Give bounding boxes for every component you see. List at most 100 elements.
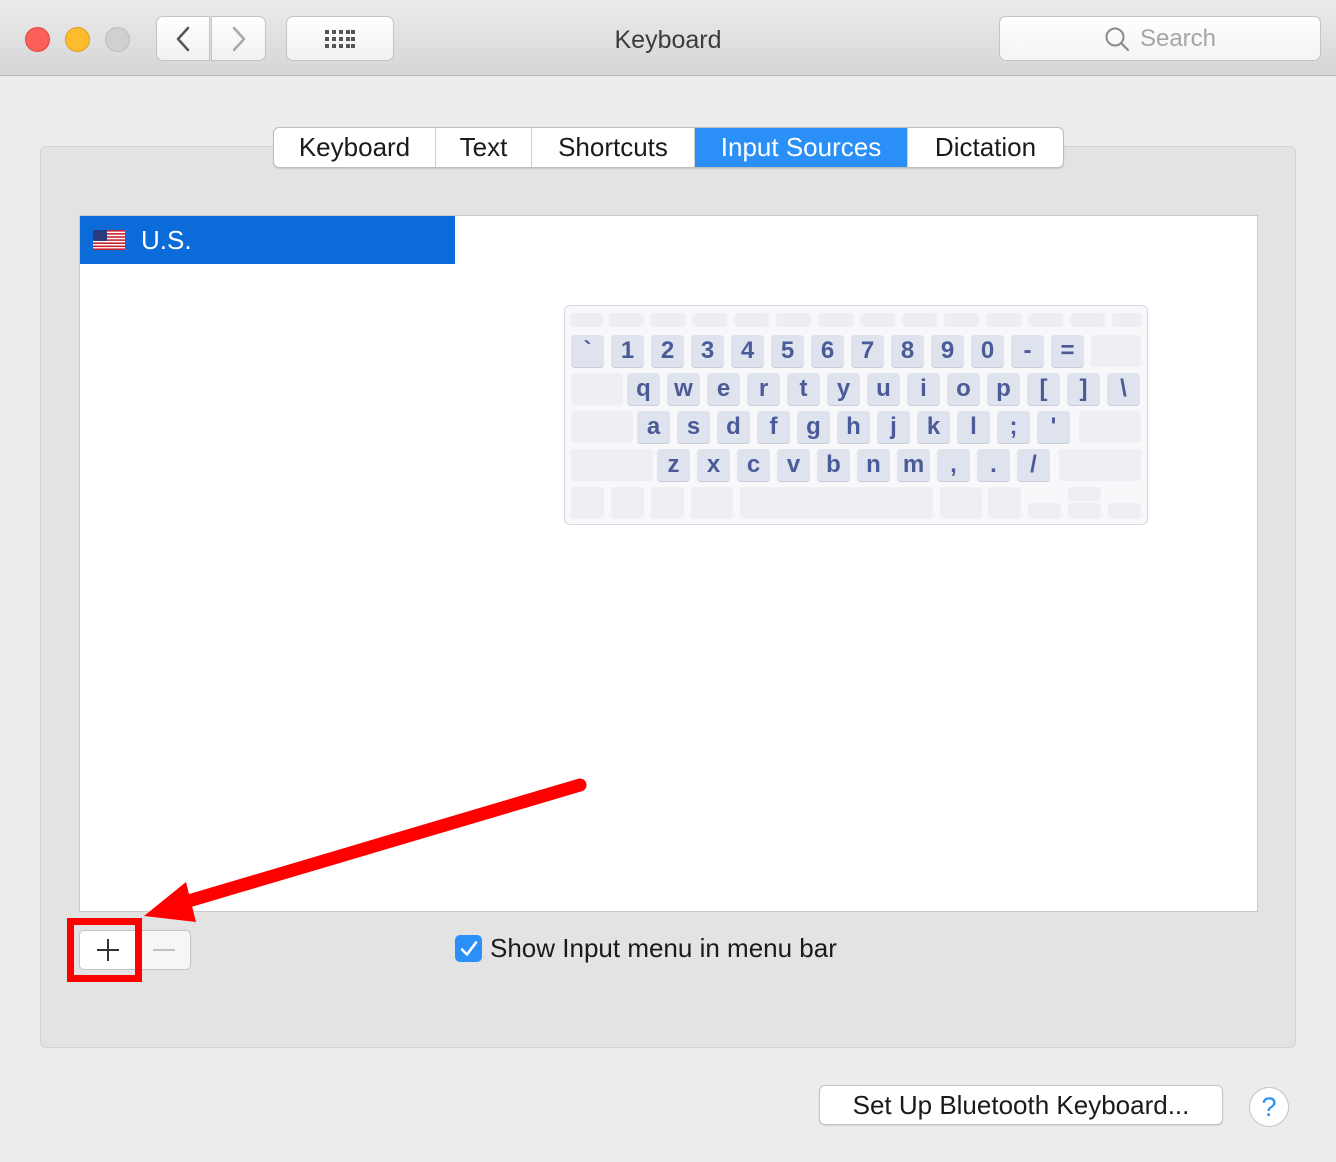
key: 4: [731, 335, 764, 367]
key: m: [897, 449, 930, 481]
key: 6: [811, 335, 844, 367]
shift-key: [1059, 449, 1141, 481]
fn-key: [818, 313, 853, 327]
key: c: [737, 449, 770, 481]
option-key: [651, 487, 684, 519]
key: s: [677, 411, 710, 443]
show-input-menu-checkbox[interactable]: [455, 935, 482, 962]
key: t: [787, 373, 820, 405]
search-icon: [1105, 27, 1130, 51]
key: v: [777, 449, 810, 481]
tab-keyboard[interactable]: Keyboard: [274, 128, 436, 167]
fn-key: [1112, 313, 1142, 327]
key: ]: [1067, 373, 1100, 405]
key: 5: [771, 335, 804, 367]
key: 9: [931, 335, 964, 367]
key: -: [1011, 335, 1044, 367]
fn-key: [776, 313, 811, 327]
title-bar: Keyboard Search: [0, 0, 1336, 76]
key: \: [1107, 373, 1140, 405]
fn-key: [609, 313, 644, 327]
key: 0: [971, 335, 1004, 367]
key: /: [1017, 449, 1050, 481]
key: p: [987, 373, 1020, 405]
us-flag-icon: [93, 230, 125, 250]
key: l: [957, 411, 990, 443]
arrow-right-key: [1108, 503, 1141, 519]
key: z: [657, 449, 690, 481]
key: j: [877, 411, 910, 443]
key: ,: [937, 449, 970, 481]
key: =: [1051, 335, 1084, 367]
tab-bar: Keyboard Text Shortcuts Input Sources Di…: [273, 127, 1064, 168]
key: 7: [851, 335, 884, 367]
key: `: [571, 335, 604, 367]
key: x: [697, 449, 730, 481]
key: [: [1027, 373, 1060, 405]
tab-dictation[interactable]: Dictation: [908, 128, 1063, 167]
arrow-down-key: [1068, 503, 1101, 519]
key: i: [907, 373, 940, 405]
fn-key: [944, 313, 979, 327]
delete-key: [1091, 335, 1141, 367]
return-key: [1079, 411, 1141, 443]
tab-shortcuts[interactable]: Shortcuts: [532, 128, 695, 167]
tab-text[interactable]: Text: [436, 128, 532, 167]
caps-lock-key: [571, 411, 633, 443]
shift-key: [571, 449, 653, 481]
fn-modifier-key: [571, 487, 604, 519]
key: k: [917, 411, 950, 443]
fn-key: [986, 313, 1021, 327]
key: 3: [691, 335, 724, 367]
key: u: [867, 373, 900, 405]
show-input-menu-label[interactable]: Show Input menu in menu bar: [490, 933, 837, 964]
list-item[interactable]: U.S.: [80, 216, 455, 264]
key: 8: [891, 335, 924, 367]
key: g: [797, 411, 830, 443]
key: 2: [651, 335, 684, 367]
key: r: [747, 373, 780, 405]
fn-key: [1070, 313, 1105, 327]
fn-key: [734, 313, 769, 327]
search-field[interactable]: Search: [999, 16, 1321, 61]
checkmark-icon: [460, 940, 477, 956]
list-item-label: U.S.: [141, 224, 192, 255]
key: b: [817, 449, 850, 481]
control-key: [611, 487, 644, 519]
fn-key: [692, 313, 727, 327]
input-sources-list[interactable]: U.S.: [79, 215, 456, 912]
command-key: [691, 487, 733, 519]
key: .: [977, 449, 1010, 481]
key: n: [857, 449, 890, 481]
key: ;: [997, 411, 1030, 443]
key: q: [627, 373, 660, 405]
help-button[interactable]: ?: [1249, 1087, 1289, 1127]
key: y: [827, 373, 860, 405]
key: e: [707, 373, 740, 405]
search-placeholder: Search: [1139, 24, 1217, 52]
fn-key: [860, 313, 895, 327]
key: f: [757, 411, 790, 443]
key: 1: [611, 335, 644, 367]
tab-key: [571, 373, 623, 405]
fn-key: [1028, 313, 1063, 327]
minus-icon: [153, 949, 175, 951]
remove-input-source-button[interactable]: [137, 930, 191, 970]
arrow-left-key: [1028, 503, 1061, 519]
command-key: [940, 487, 982, 519]
fn-key: [902, 313, 937, 327]
arrow-up-key: [1068, 487, 1101, 501]
fn-key: [571, 313, 603, 327]
option-key: [988, 487, 1021, 519]
key: o: [947, 373, 980, 405]
key: ': [1037, 411, 1070, 443]
key: w: [667, 373, 700, 405]
tab-input-sources[interactable]: Input Sources: [695, 128, 908, 167]
keyboard-layout-preview: ` 1 2 3 4 5 6 7 8 9 0 - = q w e r t y u …: [564, 305, 1148, 525]
fn-key: [650, 313, 685, 327]
key: h: [837, 411, 870, 443]
key: a: [637, 411, 670, 443]
key: d: [717, 411, 750, 443]
setup-bluetooth-keyboard-button[interactable]: Set Up Bluetooth Keyboard...: [819, 1085, 1223, 1125]
space-key: [740, 487, 933, 519]
